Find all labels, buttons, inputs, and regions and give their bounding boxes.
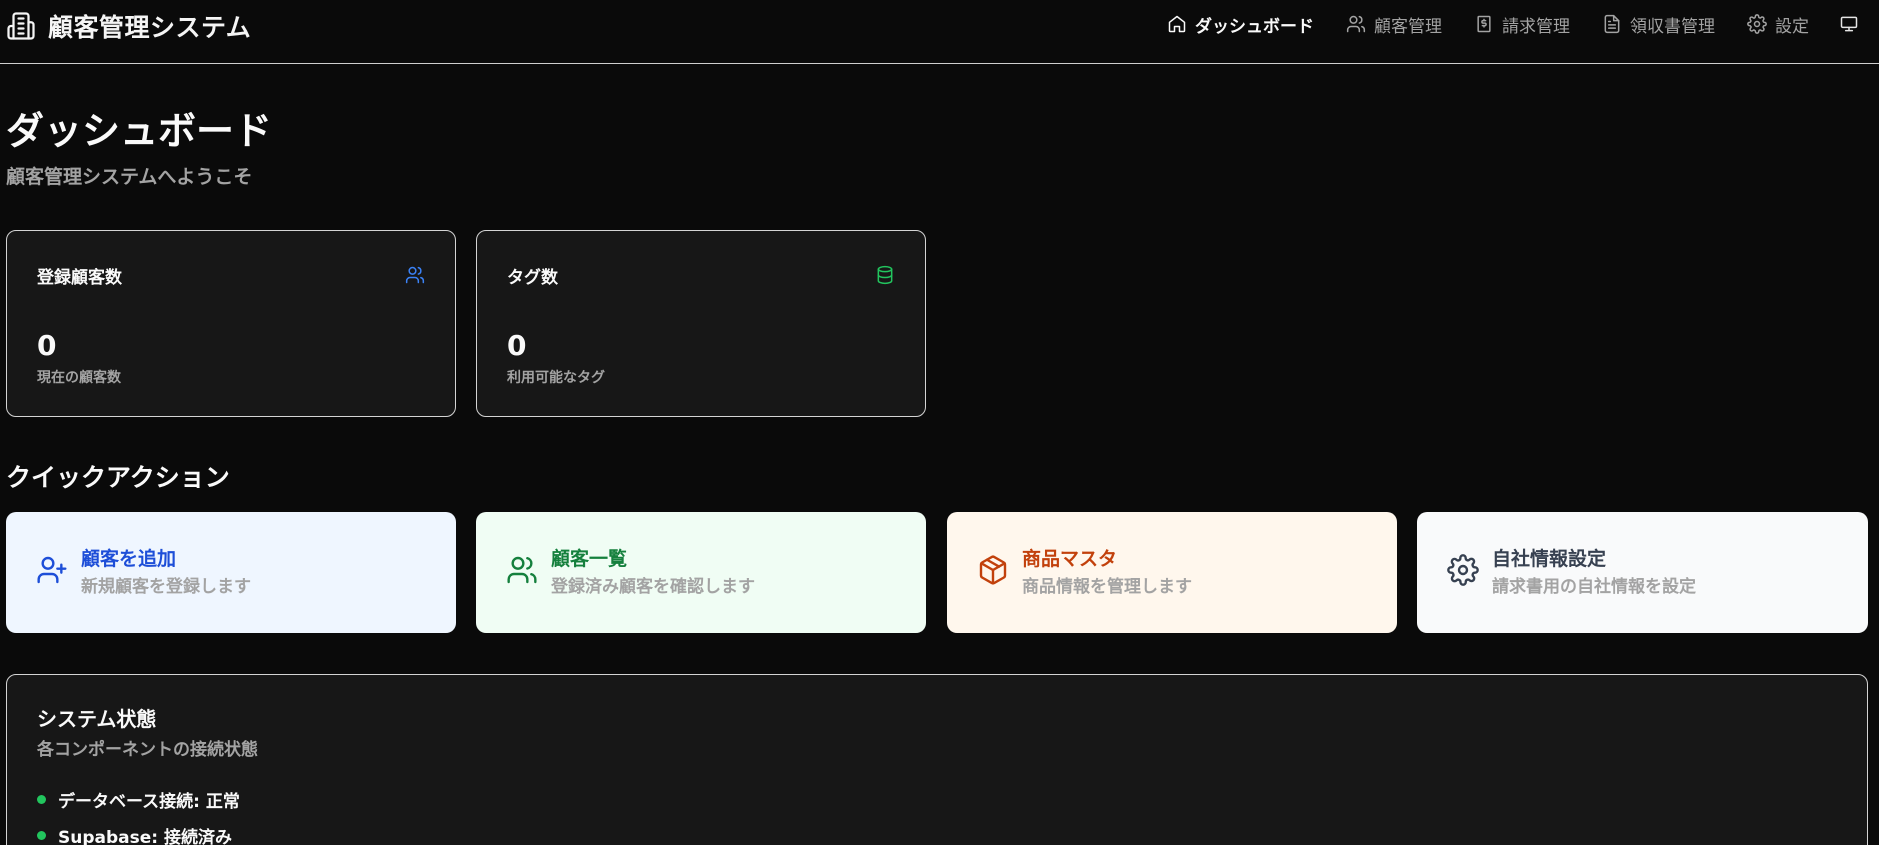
nav-label: 請求管理 [1502,16,1570,37]
stat-label: 登録顧客数 [37,268,122,288]
app-title: 顧客管理システム [48,13,252,42]
gear-icon [1747,14,1767,34]
nav-label: 設定 [1775,16,1809,37]
user-plus-icon [37,556,67,584]
action-title: 顧客を追加 [81,548,177,570]
nav-customers[interactable]: 顧客管理 [1330,10,1458,38]
system-status-subtitle: 各コンポーネントの接続状態 [37,740,258,760]
gear-icon [1447,554,1479,586]
action-customer-list[interactable]: 顧客一覧 登録済み顧客を確認します [476,512,926,633]
brand[interactable]: 顧客管理システム [6,8,251,44]
action-desc: 商品情報を管理します [1022,577,1192,597]
theme-toggle-button[interactable] [1825,10,1879,38]
status-item-supabase: Supabase: 接続済み [37,823,232,845]
stat-desc: 利用可能なタグ [507,370,605,386]
nav-label: 領収書管理 [1630,16,1715,37]
action-title: 自社情報設定 [1492,548,1607,570]
stat-value: 0 [37,329,57,362]
package-icon [979,555,1007,585]
action-title: 顧客一覧 [551,548,628,570]
status-dot [37,831,46,840]
building-icon [7,12,35,40]
stat-card-tags: タグ数 0 利用可能なタグ [476,230,926,417]
stat-value: 0 [507,329,527,362]
status-item-database: データベース接続: 正常 [37,787,240,812]
system-status-title: システム状態 [37,707,157,731]
action-company-settings[interactable]: 自社情報設定 請求書用の自社情報を設定 [1417,512,1868,633]
page-title: ダッシュボード [6,109,273,153]
action-desc: 登録済み顧客を確認します [551,577,755,597]
nav-label: 顧客管理 [1374,16,1442,37]
action-desc: 請求書用の自社情報を設定 [1492,577,1696,597]
stat-desc: 現在の顧客数 [37,370,121,386]
nav-label: ダッシュボード [1195,16,1314,37]
nav-dashboard[interactable]: ダッシュボード [1151,10,1330,38]
stat-label: タグ数 [507,268,558,288]
status-text: データベース接続: 正常 [58,792,240,812]
action-product-master[interactable]: 商品マスタ 商品情報を管理します [947,512,1397,633]
quick-actions-title: クイックアクション [6,463,230,492]
page-subtitle: 顧客管理システムへようこそ [6,166,253,188]
users-icon [405,266,425,284]
dollar-file-icon [1477,15,1491,33]
system-status-card: システム状態 各コンポーネントの接続状態 データベース接続: 正常 Supaba… [6,674,1868,845]
action-desc: 新規顧客を登録します [81,577,251,597]
monitor-icon [1840,16,1858,32]
nav-invoices[interactable]: 請求管理 [1458,10,1586,38]
users-icon [1346,15,1366,33]
nav-settings[interactable]: 設定 [1731,10,1825,38]
top-header: 顧客管理システム ダッシュボード 顧客管理 請求管理 領収書管理 設定 [0,0,1879,64]
home-icon [1168,15,1186,33]
action-title: 商品マスタ [1022,548,1118,570]
action-add-customer[interactable]: 顧客を追加 新規顧客を登録します [6,512,456,633]
main-nav: ダッシュボード 顧客管理 請求管理 領収書管理 設定 [1151,10,1879,38]
nav-receipts[interactable]: 領収書管理 [1586,10,1731,38]
status-dot [37,795,46,804]
file-text-icon [1604,14,1620,34]
status-text: Supabase: 接続済み [58,828,232,845]
stat-card-customers: 登録顧客数 0 現在の顧客数 [6,230,456,417]
users-icon [507,556,537,584]
database-icon [877,265,893,285]
